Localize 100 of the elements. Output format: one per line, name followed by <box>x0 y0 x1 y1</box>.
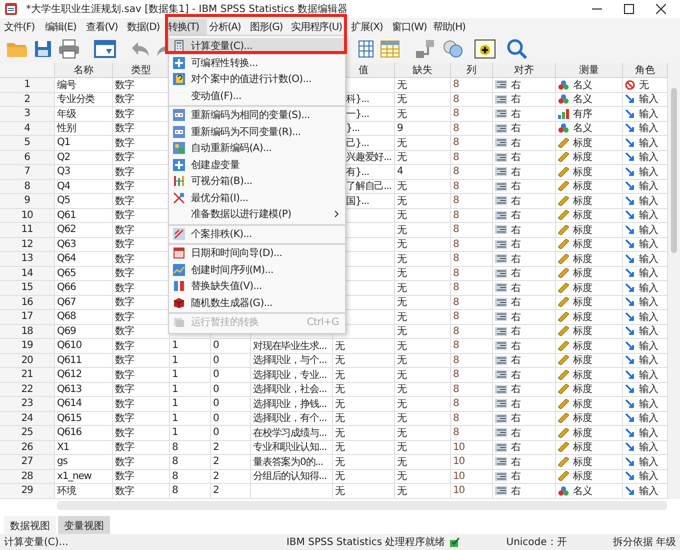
row-number: 29 <box>0 484 55 498</box>
table-cell: 无 <box>333 470 395 484</box>
arrow-icon <box>625 166 635 177</box>
measure-text: 标度 <box>573 456 592 469</box>
arrow-icon <box>625 108 635 119</box>
column-header[interactable]: 名称 <box>55 63 113 78</box>
arrow-icon <box>625 428 635 438</box>
menu-item[interactable]: 重新编码为相同的变量(S)... <box>169 105 345 124</box>
measure-text: 标度 <box>573 194 592 208</box>
align-right-icon <box>495 399 507 408</box>
menu-bar-item[interactable]: 实用程序(U) <box>289 18 349 34</box>
table-cell: 无 <box>395 310 451 324</box>
arrow-icon <box>625 312 635 322</box>
cube-icon <box>173 296 185 309</box>
table-cell: Q68 <box>55 310 113 324</box>
table-cell: Q611 <box>55 354 113 368</box>
table-cell: 无 <box>333 412 395 426</box>
menu-bar-item[interactable]: 分析(A) <box>207 18 248 34</box>
align-right-icon <box>495 341 507 350</box>
column-header[interactable]: 类型 <box>113 63 170 78</box>
measure-text: 名义 <box>573 92 592 106</box>
table-cell: 无 <box>333 397 395 412</box>
ruler-icon <box>558 224 569 235</box>
menu-bar-item[interactable]: 扩展(X) <box>349 18 390 34</box>
table-cell: 数字 <box>113 354 170 368</box>
table-cell: 编号 <box>55 78 113 92</box>
ruler-icon <box>558 398 569 409</box>
menu-item[interactable]: 日期和时间向导(D)... <box>169 243 345 262</box>
table-cell: 无 <box>333 368 395 382</box>
menu-bar-item[interactable]: 帮助(H) <box>431 18 472 34</box>
maximize-icon[interactable] <box>624 4 634 14</box>
column-header[interactable]: 对齐 <box>493 63 556 78</box>
measure-text: 名义 <box>573 484 592 498</box>
alignment-text: 右 <box>511 354 520 368</box>
ruler-icon <box>558 138 569 148</box>
table-cell: 对现在毕业生求... <box>251 339 333 354</box>
arrow-icon <box>625 413 635 424</box>
row-number: 6 <box>0 150 55 165</box>
arrow-icon <box>625 239 635 250</box>
menu-bar-item[interactable]: 查看(V) <box>84 18 125 34</box>
menu-item[interactable]: 替换缺失值(V)... <box>169 278 345 294</box>
dialog-icon[interactable] <box>94 39 116 59</box>
menu-bar-item[interactable]: 编辑(E) <box>43 18 84 34</box>
table-cell: 在校学习成绩与... <box>251 426 333 440</box>
role-text: 输入 <box>639 252 658 266</box>
ruler-icon <box>558 254 569 264</box>
table-cell: Q62 <box>55 223 113 238</box>
table-cell: 8 <box>451 180 493 194</box>
table-cell: 无 <box>395 223 451 238</box>
menu-bar-item[interactable]: 图形(G) <box>248 18 289 34</box>
table-cell: Q69 <box>55 324 113 339</box>
measure-text: 标度 <box>573 296 592 310</box>
arrow-icon <box>625 297 635 308</box>
close-icon[interactable] <box>656 4 666 14</box>
split-icon[interactable] <box>414 39 436 59</box>
role-text: 输入 <box>639 224 658 237</box>
table-cell: 选择职业，专业... <box>251 368 333 382</box>
align-right-icon <box>495 124 507 133</box>
horizontal-scrollbar[interactable] <box>57 500 667 510</box>
ruler-icon <box>558 181 569 192</box>
alignment-text: 右 <box>511 426 520 440</box>
menu-bar-item[interactable]: 窗口(W) <box>390 18 431 34</box>
menu-item-icon <box>173 175 185 188</box>
table-cell: 数字 <box>113 368 170 382</box>
view-tab[interactable]: 变量视图 <box>58 516 110 536</box>
table-cell: 无 <box>333 484 395 498</box>
alignment-text: 右 <box>511 282 520 295</box>
menu-item[interactable]: 个案排秩(K)... <box>169 224 345 242</box>
column-header[interactable]: 角色 <box>623 63 668 78</box>
ruler-icon <box>558 210 569 220</box>
arrow-icon <box>625 152 635 162</box>
value-labels-icon[interactable] <box>474 39 496 59</box>
undo-icon[interactable] <box>130 40 150 58</box>
menu-item[interactable]: 创建时间序列(M)... <box>169 262 345 278</box>
menu-bar-item[interactable]: 数据(D) <box>125 18 166 34</box>
row-number: 3 <box>0 107 55 122</box>
table-cell: 无 <box>395 107 451 122</box>
column-header[interactable]: 缺失 <box>395 63 451 78</box>
column-header[interactable]: 列 <box>451 63 493 78</box>
vertical-scrollbar[interactable] <box>668 63 680 498</box>
table-cell: 无 <box>395 324 451 339</box>
measure-text: 标度 <box>573 208 592 222</box>
search-icon[interactable] <box>506 38 528 60</box>
save-icon[interactable] <box>34 39 52 59</box>
table-cell: 8 <box>170 440 211 455</box>
menu-item[interactable]: 准备数据以进行建模(P) <box>169 206 345 222</box>
arrow-icon <box>625 326 635 336</box>
arrow-icon <box>625 181 635 192</box>
column-header[interactable]: 测量 <box>556 63 623 78</box>
menu-item[interactable]: 随机数生成器(G)... <box>169 294 345 311</box>
view-tab[interactable]: 数据视图 <box>4 516 56 536</box>
printer-icon[interactable] <box>58 39 80 59</box>
menu-bar-item[interactable]: 转换(T) <box>166 18 207 34</box>
circles-icon[interactable] <box>442 39 464 59</box>
role-text: 输入 <box>639 180 658 194</box>
table-icon[interactable] <box>380 39 400 59</box>
grid-icon[interactable] <box>358 39 374 59</box>
processor-status: IBM SPSS Statistics 处理程序就绪 <box>286 536 446 549</box>
menu-bar-item[interactable]: 文件(F) <box>2 18 43 34</box>
table-cell: 数字 <box>113 470 170 484</box>
